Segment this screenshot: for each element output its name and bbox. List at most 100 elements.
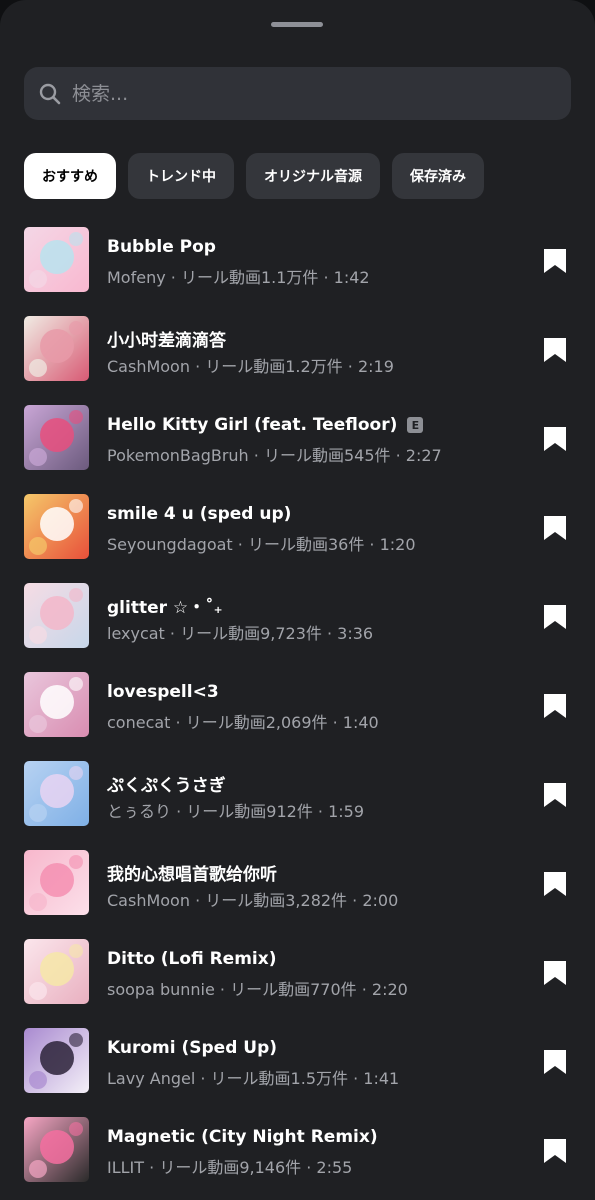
tab-recommended[interactable]: おすすめ	[24, 153, 116, 199]
bookmark-icon[interactable]	[543, 248, 567, 274]
track-artist: ILLIT	[107, 1158, 145, 1177]
track-duration: 3:36	[337, 624, 374, 643]
track-row[interactable]: lovespell<3 conecat · リール動画2,069件 · 1:40	[0, 672, 595, 761]
track-title: Bubble Pop	[107, 237, 216, 257]
track-artist: lexycat	[107, 624, 165, 643]
track-row[interactable]: ぷくぷくうさぎ とぅるり · リール動画912件 · 1:59	[0, 761, 595, 850]
track-title-text: 我的心想唱首歌给你听	[107, 865, 277, 885]
track-title: Ditto (Lofi Remix)	[107, 949, 277, 969]
track-title-text: Hello Kitty Girl (feat. Teefloor)	[107, 415, 398, 435]
meta-separator: ·	[144, 1158, 160, 1177]
bookmark-icon[interactable]	[543, 515, 567, 541]
track-title: Hello Kitty Girl (feat. Teefloor) E	[107, 415, 424, 435]
track-duration: 2:00	[362, 891, 399, 910]
meta-separator: ·	[170, 713, 186, 732]
bookmark-icon[interactable]	[543, 960, 567, 986]
meta-separator: ·	[327, 713, 343, 732]
track-title-text: smile 4 u (sped up)	[107, 504, 292, 524]
track-title-text: ぷくぷくうさぎ	[107, 776, 226, 796]
track-artist: CashMoon	[107, 891, 190, 910]
track-cover-image	[24, 850, 89, 915]
track-row[interactable]: glitter ☆・˚₊ lexycat · リール動画9,723件 · 3:36	[0, 583, 595, 672]
bookmark-icon[interactable]	[543, 1138, 567, 1164]
meta-separator: ·	[189, 357, 206, 376]
track-cover-image	[24, 405, 89, 470]
track-artist: PokemonBagBruh	[107, 446, 249, 465]
bookmark-icon[interactable]	[543, 426, 567, 452]
meta-separator: ·	[164, 624, 181, 643]
track-cover-image	[24, 227, 89, 292]
meta-separator: ·	[390, 446, 406, 465]
track-row[interactable]: 我的心想唱首歌给你听 CashMoon · リール動画3,282件 · 2:00	[0, 850, 595, 939]
bookmark-icon[interactable]	[543, 337, 567, 363]
tab-saved[interactable]: 保存済み	[392, 153, 484, 199]
track-title-text: glitter ☆・˚₊	[107, 598, 223, 618]
track-row[interactable]: Magnetic (City Night Remix) ILLIT · リール動画…	[0, 1117, 595, 1200]
bookmark-icon[interactable]	[543, 693, 567, 719]
track-duration: 1:59	[328, 802, 365, 821]
track-artist: Mofeny	[107, 268, 166, 287]
track-reel-count: リール動画912件	[186, 802, 313, 821]
track-title-text: Bubble Pop	[107, 237, 216, 257]
meta-separator: ·	[356, 980, 372, 999]
track-duration: 2:27	[405, 446, 442, 465]
track-reel-count: リール動画2,069件	[185, 713, 328, 732]
tab-trending[interactable]: トレンド中	[128, 153, 234, 199]
meta-separator: ·	[347, 891, 363, 910]
track-reel-count: リール動画1.1万件	[180, 268, 319, 287]
track-meta: Lavy Angel · リール動画1.5万件 · 1:41	[107, 1065, 399, 1089]
track-meta: Mofeny · リール動画1.1万件 · 1:42	[107, 264, 370, 288]
meta-separator: ·	[364, 535, 380, 554]
track-artist: とぅるり	[107, 802, 172, 821]
meta-separator: ·	[165, 268, 181, 287]
track-reel-count: リール動画36件	[247, 535, 365, 554]
track-row[interactable]: Ditto (Lofi Remix) soopa bunnie · リール動画77…	[0, 939, 595, 1028]
track-row[interactable]: Hello Kitty Girl (feat. Teefloor) E Pokemo…	[0, 405, 595, 494]
meta-separator: ·	[248, 446, 264, 465]
explicit-badge: E	[407, 417, 424, 433]
track-duration: 1:42	[333, 268, 370, 287]
track-title: 我的心想唱首歌给你听	[107, 860, 277, 885]
track-reel-count: リール動画1.5万件	[210, 1069, 348, 1088]
bookmark-icon[interactable]	[543, 1049, 567, 1075]
bookmark-icon[interactable]	[543, 604, 567, 630]
meta-separator: ·	[214, 980, 231, 999]
meta-separator: ·	[171, 802, 187, 821]
track-reel-count: リール動画9,146件	[159, 1158, 302, 1177]
track-row[interactable]: 小小时差滴滴答 CashMoon · リール動画1.2万件 · 2:19	[0, 316, 595, 405]
track-duration: 2:19	[357, 357, 394, 376]
meta-separator: ·	[312, 802, 329, 821]
track-title: glitter ☆・˚₊	[107, 593, 223, 618]
track-artist: Lavy Angel	[107, 1069, 196, 1088]
track-reel-count: リール動画3,282件	[205, 891, 348, 910]
track-title: ぷくぷくうさぎ	[107, 771, 226, 796]
track-meta: とぅるり · リール動画912件 · 1:59	[107, 798, 364, 822]
tab-original-audio[interactable]: オリジナル音源	[246, 153, 380, 199]
track-row[interactable]: smile 4 u (sped up) Seyoungdagoat · リール動画…	[0, 494, 595, 583]
track-meta: PokemonBagBruh · リール動画545件 · 2:27	[107, 442, 442, 466]
search-input[interactable]	[72, 82, 571, 105]
sheet-drag-handle[interactable]	[271, 22, 323, 27]
meta-separator: ·	[189, 891, 206, 910]
filter-tabs: おすすめ トレンド中 オリジナル音源 保存済み	[24, 153, 484, 199]
track-row[interactable]: Kuromi (Sped Up) Lavy Angel · リール動画1.5万件 …	[0, 1028, 595, 1117]
track-cover-image	[24, 1117, 89, 1182]
track-title-text: 小小时差滴滴答	[107, 331, 226, 351]
track-title: Magnetic (City Night Remix)	[107, 1127, 378, 1147]
track-meta: CashMoon · リール動画1.2万件 · 2:19	[107, 353, 394, 377]
track-duration: 1:20	[379, 535, 416, 554]
track-reel-count: リール動画1.2万件	[205, 357, 343, 376]
track-row[interactable]: Bubble Pop Mofeny · リール動画1.1万件 · 1:42	[0, 227, 595, 316]
track-title: 小小时差滴滴答	[107, 326, 226, 351]
track-meta: ILLIT · リール動画9,146件 · 2:55	[107, 1154, 352, 1178]
meta-separator: ·	[342, 357, 358, 376]
track-meta: lexycat · リール動画9,723件 · 3:36	[107, 620, 373, 644]
track-cover-image	[24, 316, 89, 381]
bookmark-icon[interactable]	[543, 871, 567, 897]
meta-separator: ·	[348, 1069, 364, 1088]
meta-separator: ·	[301, 1158, 317, 1177]
search-bar[interactable]	[24, 67, 571, 120]
bookmark-icon[interactable]	[543, 782, 567, 808]
track-artist: soopa bunnie	[107, 980, 215, 999]
track-meta: conecat · リール動画2,069件 · 1:40	[107, 709, 379, 733]
